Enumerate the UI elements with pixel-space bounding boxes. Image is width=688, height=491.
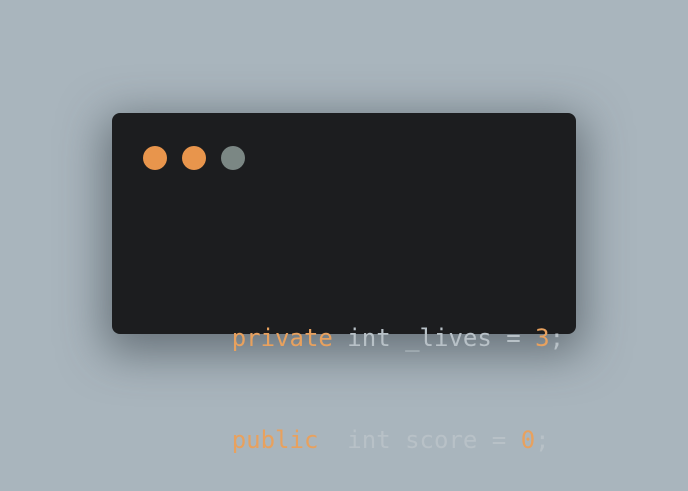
maximize-dot[interactable] bbox=[221, 146, 245, 170]
close-dot[interactable] bbox=[143, 146, 167, 170]
page-background: { "colors": { "background": "#a9b5bd", "… bbox=[0, 0, 688, 454]
minimize-dot[interactable] bbox=[182, 146, 206, 170]
code-window: private int _lives = 3; public int score… bbox=[112, 113, 576, 454]
window-controls bbox=[143, 146, 245, 170]
code-line-2: public int score = 0; bbox=[145, 389, 564, 454]
number-three: 3 bbox=[535, 324, 550, 352]
semicolon: ; bbox=[535, 426, 550, 454]
semicolon: ; bbox=[549, 324, 565, 352]
declaration-score: int score = bbox=[318, 426, 521, 454]
number-zero: 0 bbox=[520, 426, 536, 454]
keyword-private: private bbox=[231, 324, 333, 352]
declaration-lives: int _lives = bbox=[332, 324, 536, 352]
code-block: private int _lives = 3; public int score… bbox=[145, 219, 564, 491]
keyword-public: public bbox=[231, 426, 319, 454]
code-line-1: private int _lives = 3; bbox=[145, 287, 564, 352]
